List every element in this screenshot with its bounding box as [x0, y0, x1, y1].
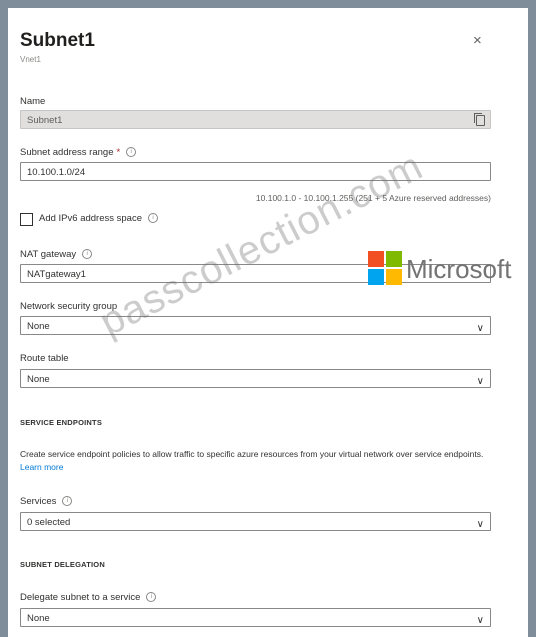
panel-title: Subnet1 — [20, 30, 95, 51]
chevron-down-icon: ∨ — [476, 323, 484, 334]
info-icon[interactable]: i — [62, 496, 73, 507]
subnet-delegation-heading: SUBNET DELEGATION — [20, 560, 105, 569]
route-table-label: Route table — [20, 353, 69, 364]
close-icon[interactable]: × — [473, 32, 482, 49]
learn-more-link[interactable]: Learn more — [20, 462, 63, 472]
service-endpoints-description: Create service endpoint policies to allo… — [20, 449, 484, 472]
route-table-dropdown[interactable]: None ∨ — [20, 369, 491, 388]
services-dropdown[interactable]: 0 selected ∨ — [20, 512, 491, 531]
subnet-panel: Subnet1 Vnet1 × Name Subnet1 Subnet addr… — [8, 8, 528, 637]
panel-subtitle: Vnet1 — [20, 55, 41, 64]
info-icon[interactable]: i — [146, 592, 157, 603]
service-endpoints-heading: SERVICE ENDPOINTS — [20, 418, 103, 427]
microsoft-brand-text: Microsoft — [406, 254, 512, 284]
address-range-label: Subnet address range * i — [20, 147, 137, 158]
copy-icon[interactable] — [474, 113, 485, 126]
chevron-down-icon: ∨ — [476, 376, 484, 387]
name-field: Subnet1 — [20, 110, 491, 129]
nat-gateway-label: NAT gateway i — [20, 249, 93, 260]
info-icon[interactable]: i — [126, 147, 137, 158]
microsoft-logo — [368, 251, 402, 285]
chevron-down-icon: ∨ — [476, 615, 484, 626]
services-label: Services i — [20, 496, 73, 507]
name-value: Subnet1 — [27, 115, 63, 126]
nsg-dropdown[interactable]: None ∨ — [20, 316, 491, 335]
delegation-label: Delegate subnet to a service i — [20, 592, 157, 603]
info-icon[interactable]: i — [147, 213, 158, 224]
ipv6-label: Add IPv6 address space i — [39, 213, 158, 224]
name-label: Name — [20, 96, 46, 107]
required-marker: * — [116, 147, 121, 158]
delegation-dropdown[interactable]: None ∨ — [20, 608, 491, 627]
chevron-down-icon: ∨ — [476, 519, 484, 530]
ipv6-checkbox[interactable] — [20, 213, 33, 226]
info-icon[interactable]: i — [82, 249, 93, 260]
